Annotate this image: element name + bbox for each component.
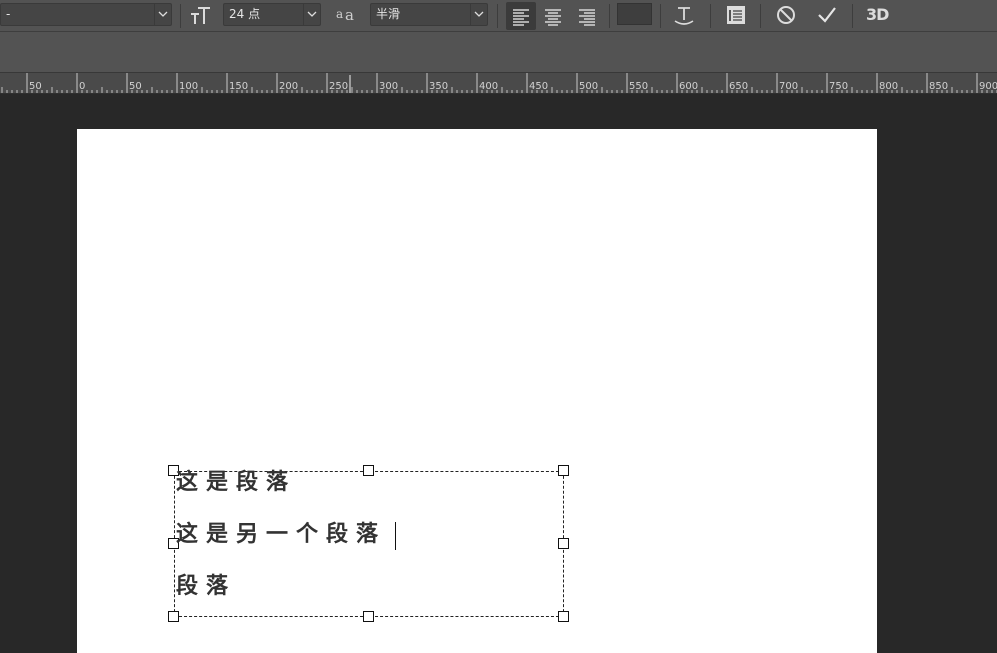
ruler-label: 500 (579, 81, 598, 92)
cancel-icon[interactable] (772, 3, 800, 28)
svg-text:a: a (336, 7, 343, 21)
ruler-label: 350 (429, 81, 448, 92)
svg-text:a: a (345, 6, 354, 24)
ruler-label: 100 (179, 81, 198, 92)
document-tab-strip (0, 32, 997, 73)
paragraph-text-2[interactable]: 这是另一个段落 (176, 522, 386, 548)
ruler-label: 450 (529, 81, 548, 92)
ruler-ticks: 50 0 50 100 150 200 250 300 350 400 450 500 550 600 65… (1, 73, 997, 93)
3d-button[interactable]: 3D (866, 5, 889, 24)
text-insertion-caret (395, 522, 396, 550)
resize-handle-bottom-right[interactable] (558, 611, 569, 622)
ruler-label: 0 (79, 81, 85, 92)
separator (180, 4, 181, 28)
chevron-down-icon (303, 4, 320, 25)
align-center-icon (545, 9, 561, 26)
align-left-icon (513, 9, 529, 26)
antialias-icon: a a (332, 3, 360, 28)
text-size-icon (187, 3, 215, 28)
ruler-label: 50 (29, 81, 42, 92)
ruler-label: 300 (379, 81, 398, 92)
ruler-label: 550 (629, 81, 648, 92)
align-right-button[interactable] (572, 2, 602, 30)
ruler-label: 200 (279, 81, 298, 92)
chevron-down-icon (470, 4, 487, 25)
text-color-swatch[interactable] (617, 3, 652, 25)
ruler-label: 850 (929, 81, 948, 92)
resize-handle-top-center[interactable] (363, 465, 374, 476)
chevron-down-icon (154, 4, 171, 25)
resize-handle-middle-right[interactable] (558, 538, 569, 549)
font-size-dropdown[interactable]: 24 点 (223, 3, 321, 26)
ruler-label: 250 (329, 81, 348, 92)
character-panel-icon[interactable] (722, 3, 750, 28)
resize-handle-bottom-left[interactable] (168, 611, 179, 622)
antialias-dropdown[interactable]: 半滑 (370, 3, 488, 26)
ruler-label: 900 (979, 81, 997, 92)
commit-checkmark-icon[interactable] (813, 3, 841, 28)
font-style-dropdown[interactable]: - (0, 3, 172, 26)
font-size-value: 24 点 (229, 7, 261, 21)
align-center-button[interactable] (538, 2, 568, 30)
resize-handle-top-right[interactable] (558, 465, 569, 476)
paragraph-text-1[interactable]: 这是段落 (176, 470, 296, 496)
separator (609, 4, 610, 28)
ruler-label: 650 (729, 81, 748, 92)
options-bar: - 24 点 a a 半滑 3D (0, 0, 997, 32)
font-style-value: - (6, 7, 11, 21)
ruler-label: 400 (479, 81, 498, 92)
ruler-label: 50 (129, 81, 142, 92)
separator (710, 4, 711, 28)
separator (760, 4, 761, 28)
align-left-button[interactable] (506, 2, 536, 30)
align-right-icon (579, 9, 595, 26)
separator (852, 4, 853, 28)
horizontal-ruler: 50 0 50 100 150 200 250 300 350 400 450 500 550 600 65… (0, 73, 997, 94)
ruler-label: 700 (779, 81, 798, 92)
ruler-label: 150 (229, 81, 248, 92)
separator (497, 4, 498, 28)
resize-handle-bottom-center[interactable] (363, 611, 374, 622)
paragraph-text-3[interactable]: 段落 (176, 574, 236, 600)
ruler-label: 750 (829, 81, 848, 92)
warp-text-icon[interactable] (670, 3, 698, 28)
antialias-value: 半滑 (376, 7, 401, 21)
separator (660, 4, 661, 28)
ruler-label: 800 (879, 81, 898, 92)
ruler-label: 600 (679, 81, 698, 92)
